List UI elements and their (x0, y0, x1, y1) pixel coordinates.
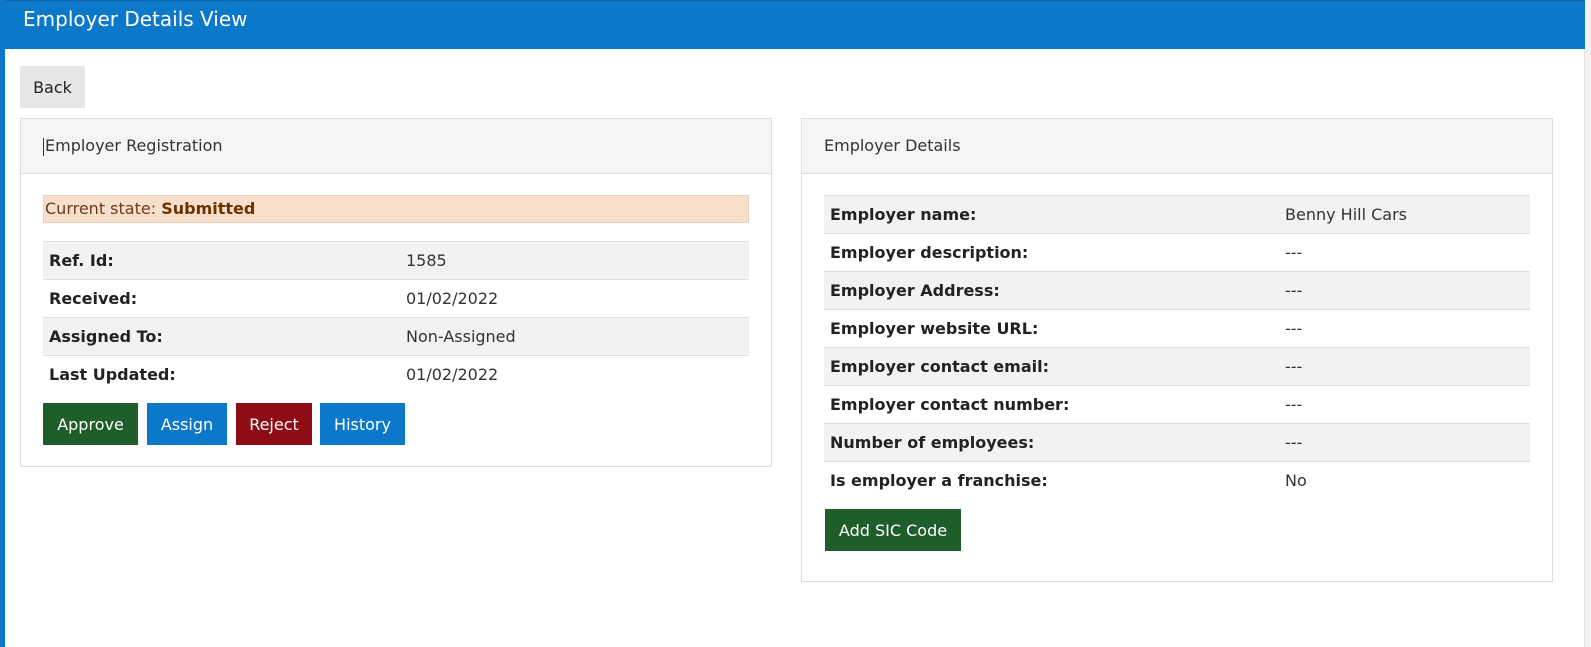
details-table: Employer name: Benny Hill Cars Employer … (824, 195, 1530, 499)
table-row: Employer contact email: --- (824, 347, 1530, 386)
table-row: Received: 01/02/2022 (43, 279, 749, 318)
window-right-edge (1584, 0, 1591, 647)
franchise-value: No (1279, 461, 1530, 499)
employer-description-value: --- (1279, 233, 1530, 272)
assigned-to-value: Non-Assigned (400, 317, 749, 356)
franchise-label: Is employer a franchise: (824, 461, 1279, 499)
employee-count-value: --- (1279, 423, 1530, 462)
details-panel: Employer Details Employer name: Benny Hi… (801, 118, 1553, 582)
registration-panel: Employer Registration Current state: Sub… (20, 118, 772, 467)
current-state-value: Submitted (161, 199, 256, 218)
employer-website-label: Employer website URL: (824, 309, 1279, 348)
registration-heading-text: Employer Registration (45, 136, 223, 155)
employer-name-label: Employer name: (824, 195, 1279, 234)
table-row: Employer Address: --- (824, 271, 1530, 310)
employer-address-value: --- (1279, 271, 1530, 310)
last-updated-label: Last Updated: (43, 355, 400, 393)
employer-email-label: Employer contact email: (824, 347, 1279, 386)
table-row: Employer contact number: --- (824, 385, 1530, 424)
approve-button[interactable]: Approve (43, 403, 138, 445)
table-row: Is employer a franchise: No (824, 461, 1530, 499)
ref-id-label: Ref. Id: (43, 241, 400, 280)
table-row: Number of employees: --- (824, 423, 1530, 462)
registration-panel-heading: Employer Registration (21, 119, 771, 174)
details-panel-heading: Employer Details (802, 119, 1552, 174)
employee-count-label: Number of employees: (824, 423, 1279, 462)
employer-description-label: Employer description: (824, 233, 1279, 272)
employer-name-value: Benny Hill Cars (1279, 195, 1530, 234)
employer-address-label: Employer Address: (824, 271, 1279, 310)
employer-phone-label: Employer contact number: (824, 385, 1279, 424)
received-value: 01/02/2022 (400, 279, 749, 318)
app-header: Employer Details View (5, 0, 1585, 49)
employer-website-value: --- (1279, 309, 1530, 348)
add-sic-code-button[interactable]: Add SIC Code (825, 509, 961, 551)
table-row: Last Updated: 01/02/2022 (43, 355, 749, 393)
table-row: Employer name: Benny Hill Cars (824, 195, 1530, 234)
received-label: Received: (43, 279, 400, 318)
assign-button[interactable]: Assign (147, 403, 227, 445)
table-row: Employer description: --- (824, 233, 1530, 272)
text-cursor (43, 137, 44, 156)
registration-table: Ref. Id: 1585 Received: 01/02/2022 Assig… (43, 241, 749, 393)
employer-phone-value: --- (1279, 385, 1530, 424)
table-row: Assigned To: Non-Assigned (43, 317, 749, 356)
back-button[interactable]: Back (20, 66, 85, 108)
employer-email-value: --- (1279, 347, 1530, 386)
ref-id-value: 1585 (400, 241, 749, 280)
current-state-banner: Current state: Submitted (43, 195, 749, 223)
page-title: Employer Details View (23, 7, 248, 31)
reject-button[interactable]: Reject (236, 403, 312, 445)
assigned-to-label: Assigned To: (43, 317, 400, 356)
current-state-label: Current state: (45, 199, 157, 218)
history-button[interactable]: History (320, 403, 405, 445)
left-edge-strip (0, 0, 5, 647)
table-row: Employer website URL: --- (824, 309, 1530, 348)
table-row: Ref. Id: 1585 (43, 241, 749, 280)
last-updated-value: 01/02/2022 (400, 355, 749, 393)
